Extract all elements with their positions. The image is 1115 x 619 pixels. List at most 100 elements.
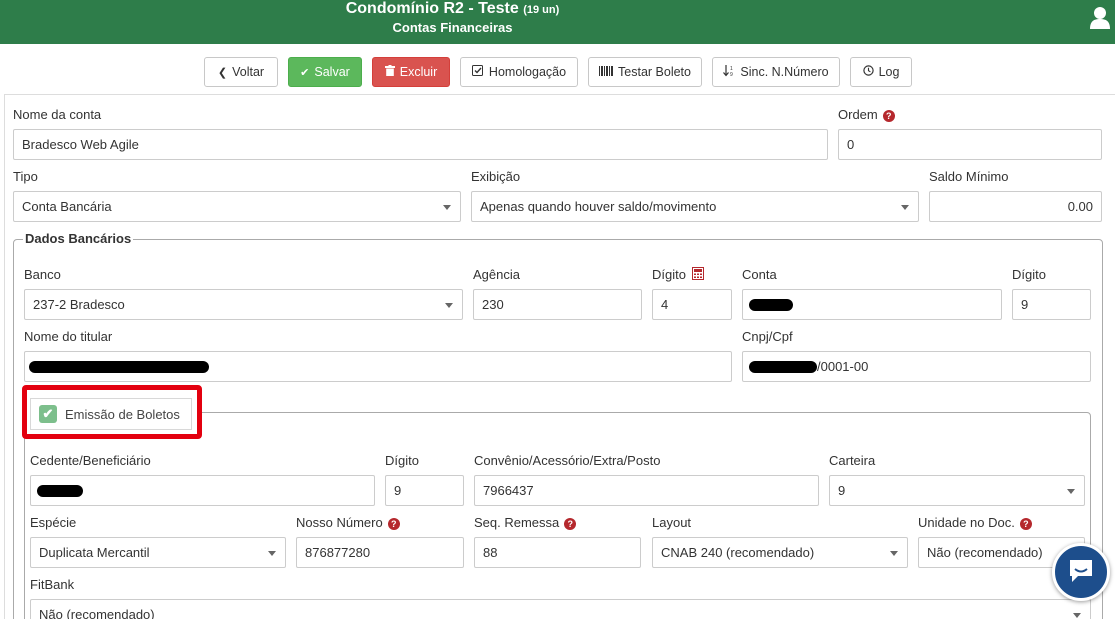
log-button[interactable]: Log (850, 57, 912, 87)
especie-select[interactable]: Duplicata Mercantil (30, 537, 286, 568)
log-button-label: Log (878, 65, 900, 79)
cedente-input[interactable] (30, 475, 375, 506)
agency-input[interactable]: 230 (473, 289, 642, 320)
unidade-label: Unidade no Doc.? (918, 515, 1032, 530)
layout-select[interactable]: CNAB 240 (recomendado) (652, 537, 908, 568)
svg-text:9: 9 (730, 72, 733, 77)
top-header: Condomínio R2 - Teste (19 un) Contas Fin… (0, 0, 1115, 44)
check-icon: ✔ (300, 66, 310, 79)
trash-icon (384, 65, 395, 79)
account-digit-label: Dígito (1012, 267, 1046, 282)
carteira-select-value: 9 (838, 483, 846, 498)
seq-remessa-label: Seq. Remessa? (474, 515, 577, 530)
min-balance-label: Saldo Mínimo (929, 169, 1009, 184)
min-balance-input[interactable]: 0.00 (929, 191, 1102, 222)
back-button-label: Voltar (232, 65, 265, 79)
order-label: Ordem? (838, 107, 895, 122)
layout-label: Layout (652, 515, 692, 530)
type-select-value: Conta Bancária (22, 199, 112, 214)
delete-button-label: Excluir (399, 65, 438, 79)
page-subtitle: Contas Financeiras (392, 20, 513, 35)
homologation-button[interactable]: Homologação (460, 57, 578, 87)
nosso-numero-input[interactable]: 876877280 (296, 537, 464, 568)
agency-label: Agência (473, 267, 520, 282)
chat-button[interactable] (1052, 543, 1110, 601)
seq-remessa-input[interactable]: 88 (474, 537, 641, 568)
chat-bubble-icon (1066, 556, 1096, 589)
save-button[interactable]: ✔ Salvar (288, 57, 362, 87)
calculator-icon[interactable] (691, 267, 704, 283)
fitbank-select[interactable]: Não (recomendado) (30, 599, 1091, 619)
type-label: Tipo (13, 169, 38, 184)
type-select[interactable]: Conta Bancária (13, 191, 461, 222)
boleto-emission-toggle[interactable]: ✔ Emissão de Boletos (30, 398, 192, 430)
bank-select-value: 237-2 Bradesco (33, 297, 125, 312)
account-name-label: Nome da conta (13, 107, 102, 122)
cedente-label: Cedente/Beneficiário (30, 453, 151, 468)
order-label-text: Ordem (838, 107, 878, 122)
account-name-input[interactable]: Bradesco Web Agile (13, 129, 828, 160)
cnpj-suffix: /0001-00 (817, 359, 869, 374)
save-button-label: Salvar (314, 65, 350, 79)
agency-digit-input[interactable]: 4 (652, 289, 732, 320)
page-title: Condomínio R2 - Teste (19 un) (0, 0, 905, 19)
display-label: Exibição (471, 169, 521, 184)
display-select-value: Apenas quando houver saldo/movimento (480, 199, 717, 214)
redacted-account (749, 299, 793, 311)
especie-select-value: Duplicata Mercantil (39, 545, 150, 560)
bank-data-legend: Dados Bancários (23, 231, 134, 246)
delete-button[interactable]: Excluir (372, 57, 450, 87)
especie-label: Espécie (30, 515, 77, 530)
agency-digit-label: Dígito (652, 267, 704, 283)
edit-check-icon (471, 65, 484, 79)
redacted-holder (29, 361, 209, 373)
chevron-left-icon: ❮ (217, 66, 228, 79)
user-icon[interactable] (1089, 6, 1111, 30)
bank-label: Banco (24, 267, 61, 282)
homologation-button-label: Homologação (488, 65, 567, 79)
redacted-cnpj (749, 361, 817, 373)
clock-icon (862, 65, 874, 79)
back-button[interactable]: ❮ Voltar (204, 57, 278, 87)
holder-input[interactable] (24, 351, 732, 382)
seq-remessa-label-text: Seq. Remessa (474, 515, 560, 530)
help-icon[interactable]: ? (564, 518, 577, 530)
nosso-numero-label: Nosso Número? (296, 515, 400, 530)
carteira-select[interactable]: 9 (829, 475, 1085, 506)
help-icon[interactable]: ? (882, 110, 895, 122)
carteira-label: Carteira (829, 453, 876, 468)
sync-number-button[interactable]: 19 Sinc. N.Número (712, 57, 840, 87)
barcode-icon (599, 65, 614, 79)
sort-numeric-icon: 19 (723, 64, 735, 80)
test-boleto-button[interactable]: Testar Boleto (588, 57, 702, 87)
agency-digit-label-text: Dígito (652, 267, 686, 282)
test-boleto-button-label: Testar Boleto (618, 65, 691, 79)
fitbank-label: FitBank (30, 577, 75, 592)
cnpj-label: Cnpj/Cpf (742, 329, 793, 344)
cedente-digit-input[interactable]: 9 (385, 475, 464, 506)
condo-name: Condomínio R2 - Teste (345, 0, 519, 17)
boleto-emission-label: Emissão de Boletos (65, 406, 180, 422)
layout-select-value: CNAB 240 (recomendado) (661, 545, 815, 560)
account-number-input[interactable] (742, 289, 1002, 320)
cnpj-input[interactable]: /0001-00 (742, 351, 1091, 382)
nosso-numero-label-text: Nosso Número (296, 515, 383, 530)
unidade-label-text: Unidade no Doc. (918, 515, 1015, 530)
bank-select[interactable]: 237-2 Bradesco (24, 289, 463, 320)
convenio-input[interactable]: 7966437 (474, 475, 819, 506)
holder-label: Nome do titular (24, 329, 113, 344)
cedente-digit-label: Dígito (385, 453, 419, 468)
account-digit-input[interactable]: 9 (1012, 289, 1091, 320)
account-label: Conta (742, 267, 777, 282)
checkbox-checked-icon[interactable]: ✔ (39, 405, 57, 423)
redacted-cedente (37, 485, 83, 497)
unit-count: (19 un) (523, 4, 560, 16)
help-icon[interactable]: ? (1019, 518, 1032, 530)
help-icon[interactable]: ? (387, 518, 400, 530)
fitbank-select-value: Não (recomendado) (39, 607, 155, 619)
display-select[interactable]: Apenas quando houver saldo/movimento (471, 191, 919, 222)
order-input[interactable]: 0 (838, 129, 1102, 160)
toolbar: ❮ Voltar ✔ Salvar Excluir Homologação Te… (0, 57, 1115, 89)
convenio-label: Convênio/Acessório/Extra/Posto (474, 453, 661, 468)
sync-number-button-label: Sinc. N.Número (740, 65, 829, 79)
